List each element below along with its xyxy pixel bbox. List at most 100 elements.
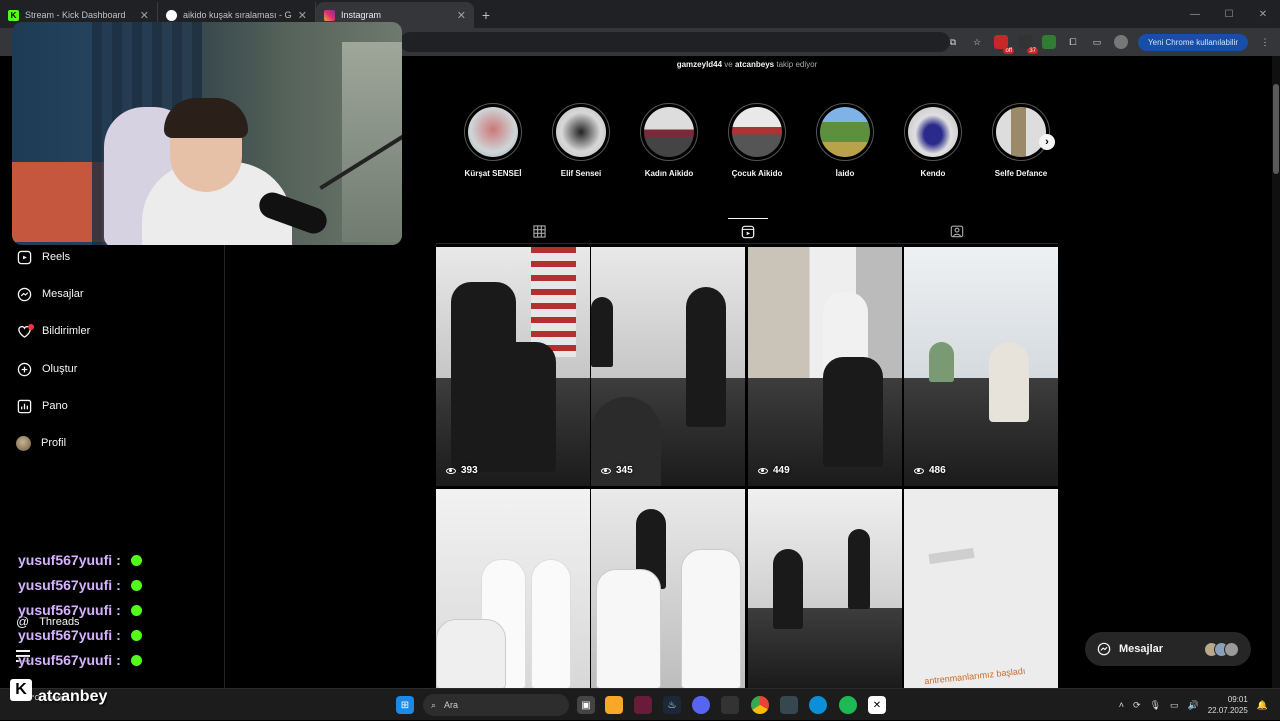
extension-counter-icon[interactable]: 37 (1018, 35, 1039, 54)
highlight-ring (464, 103, 522, 161)
tagged-icon (950, 225, 964, 238)
story-highlight[interactable]: İaido (815, 103, 875, 178)
sync-icon[interactable]: ⟳ (1133, 700, 1141, 711)
sidebar-item-dashboard[interactable]: Pano (16, 395, 68, 417)
chevron-right-icon[interactable]: › (1039, 134, 1055, 150)
sidebar-item-label: Reels (42, 251, 71, 263)
network-icon[interactable]: ▭ (1170, 700, 1179, 711)
kick-emote-icon (130, 579, 142, 591)
scrollbar-thumb[interactable] (1273, 84, 1279, 174)
messenger-icon (16, 286, 32, 302)
chat-separator: : (116, 602, 121, 618)
minimize-icon[interactable]: — (1178, 0, 1212, 28)
clock[interactable]: 09:01 22.07.2025 (1208, 694, 1248, 716)
dashboard-icon (16, 398, 32, 414)
messages-pill-label: Mesajlar (1119, 643, 1164, 655)
maximize-icon[interactable]: ☐ (1212, 0, 1246, 28)
notification-bell-icon[interactable]: 🔔 (1257, 700, 1268, 711)
close-window-icon[interactable]: ✕ (1246, 0, 1280, 28)
reel-view-count: 393 (446, 465, 478, 476)
windows-start-icon[interactable]: ⊞ (396, 696, 414, 714)
extensions-puzzle-icon[interactable]: ⧠ (1066, 35, 1080, 49)
aikidoka-figure (436, 619, 506, 688)
story-highlight[interactable]: Kürşat SENSEİ (463, 103, 523, 178)
reel-thumbnail[interactable] (591, 489, 745, 688)
view-count-text: 449 (773, 465, 790, 476)
task-view-icon[interactable]: ▣ (577, 696, 595, 714)
story-highlight[interactable]: Kendo (903, 103, 963, 178)
story-highlight[interactable]: Elif Sensei (551, 103, 611, 178)
close-tab-icon[interactable]: ✕ (457, 9, 466, 22)
extension-green-icon[interactable] (1042, 35, 1057, 49)
sidebar-item-profile[interactable]: Profil (16, 432, 66, 454)
edge-icon[interactable] (809, 696, 827, 714)
reel-thumbnail[interactable]: 486 (904, 247, 1058, 486)
reel-thumbnail[interactable]: 345 (591, 247, 745, 486)
chat-username: yusuf567yuufi (18, 602, 113, 618)
chat-message: yusuf567yuufi : (18, 601, 142, 619)
aikidoka-figure (773, 549, 803, 629)
volume-icon[interactable]: 🔊 (1188, 700, 1199, 711)
file-explorer-icon[interactable] (605, 696, 623, 714)
close-tab-icon[interactable]: ✕ (140, 9, 149, 22)
discord-icon[interactable] (692, 696, 710, 714)
close-tab-icon[interactable]: ✕ (298, 9, 307, 22)
address-bar[interactable] (400, 32, 950, 52)
webcam-overlay (12, 22, 402, 245)
follower-username[interactable]: gamzeyld44 (677, 60, 722, 69)
reel-thumbnail[interactable]: antrenmanlarımız başladı (904, 489, 1058, 688)
app-icon[interactable] (721, 696, 739, 714)
followed-by-suffix: takip ediyor (774, 60, 818, 69)
tab-tagged[interactable] (937, 218, 977, 244)
reel-thumbnail[interactable]: 393 (436, 247, 590, 486)
avatar (16, 435, 31, 451)
chat-username: yusuf567yuufi (18, 627, 113, 643)
side-panel-icon[interactable]: ▭ (1090, 35, 1104, 49)
messages-pill[interactable]: Mesajlar (1085, 632, 1251, 666)
tab-posts[interactable] (519, 218, 559, 244)
highlight-cover (908, 107, 958, 157)
sidebar-item-reels[interactable]: Reels (16, 246, 70, 268)
reels-icon (741, 225, 755, 238)
message-avatars (1204, 641, 1239, 657)
install-app-icon[interactable]: ⧉ (946, 35, 960, 49)
reel-thumbnail[interactable]: 449 (748, 247, 902, 486)
chevron-up-icon[interactable]: ˄ (1119, 700, 1124, 710)
extension-adblock-icon[interactable]: off (994, 35, 1015, 54)
page-scrollbar[interactable] (1272, 56, 1280, 688)
sidebar-item-label: Bildirimler (42, 325, 91, 337)
kick-favicon-icon: K (8, 9, 19, 21)
profile-icon[interactable] (1114, 35, 1129, 49)
follower-username[interactable]: atcanbeys (735, 60, 774, 69)
capcut-icon[interactable]: ✕ (868, 696, 886, 714)
taskbar-search[interactable]: ⌕ Ara (423, 694, 569, 716)
tab-reels[interactable] (728, 218, 768, 244)
chat-message: yusuf567yuufi : (18, 626, 142, 644)
highlight-ring (904, 103, 962, 161)
microphone-icon[interactable]: 🎙 (1150, 700, 1161, 711)
chat-separator: : (116, 627, 121, 643)
story-highlight[interactable]: Çocuk Aikido (727, 103, 787, 178)
bookmark-star-icon[interactable]: ☆ (970, 35, 984, 49)
story-highlight[interactable]: Kadın Aikido (639, 103, 699, 178)
reel-thumbnail[interactable] (436, 489, 590, 688)
chat-separator: : (116, 652, 121, 668)
kick-emote-icon (130, 629, 142, 641)
reel-thumbnail[interactable] (748, 489, 902, 688)
app-icon[interactable] (780, 696, 798, 714)
more-menu-icon[interactable]: ⋮ (1258, 35, 1272, 49)
avatar (1224, 641, 1239, 657)
reel-wall (748, 489, 902, 609)
spotify-icon[interactable] (839, 696, 857, 714)
sidebar-item-messages[interactable]: Mesajlar (16, 283, 84, 305)
chrome-update-button[interactable]: Yeni Chrome kullanılabilir (1138, 33, 1248, 51)
new-tab-button[interactable]: + (474, 2, 498, 28)
sidebar-item-create[interactable]: Oluştur (16, 358, 77, 380)
app-icon[interactable] (634, 696, 652, 714)
chat-username: yusuf567yuufi (18, 577, 113, 593)
aikidoka-figure (591, 297, 613, 367)
posts-grid-icon (532, 224, 546, 238)
steam-icon[interactable]: ♨ (663, 696, 681, 714)
chrome-icon[interactable] (751, 696, 769, 714)
sidebar-item-notifications[interactable]: Bildirimler (16, 320, 90, 342)
